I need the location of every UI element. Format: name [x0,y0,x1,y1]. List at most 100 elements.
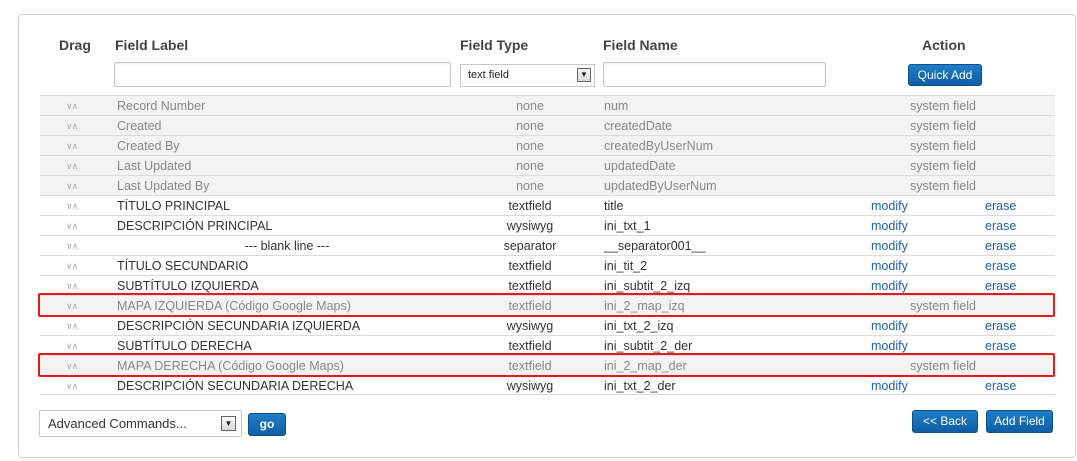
system-field-label: system field [910,179,976,193]
drag-handle-icon[interactable]: ∨∧ [66,376,78,396]
field-name: ini_tit_2 [604,259,648,273]
field-label: Created By [117,139,180,153]
drag-handle-icon[interactable]: ∨∧ [66,316,78,336]
add-field-button[interactable]: Add Field [986,410,1053,433]
modify-link[interactable]: modify [871,376,908,396]
field-type: separator [503,239,557,253]
field-name: ini_subtit_2_der [604,339,693,353]
system-field-label: system field [910,119,976,133]
field-name: createdByUserNum [604,139,714,153]
back-button[interactable]: << Back [912,410,978,433]
field-type: textfield [508,299,552,313]
table-row: ∨∧ --- blank line --- separator __separator… [40,235,1055,255]
header-drag: Drag [59,37,91,53]
field-type: textfield [508,199,552,213]
drag-handle-icon[interactable]: ∨∧ [66,116,78,136]
chevron-down-icon[interactable]: ▼ [221,416,236,431]
erase-link[interactable]: erase [985,276,1016,296]
modify-link[interactable]: modify [871,316,908,336]
chevron-down-icon[interactable]: ▼ [577,68,591,82]
drag-handle-icon[interactable]: ∨∧ [66,236,78,256]
field-type: none [516,159,544,173]
erase-link[interactable]: erase [985,336,1016,356]
field-label: MAPA DERECHA (Código Google Maps) [117,359,344,373]
field-type: textfield [508,359,552,373]
field-label: Last Updated By [117,179,210,193]
quick-add-button[interactable]: Quick Add [908,64,982,86]
modify-link[interactable]: modify [871,336,908,356]
field-name: ini_txt_2_der [604,379,676,393]
table-row: ∨∧ MAPA DERECHA (Código Google Maps) textf… [40,355,1055,375]
table-row: ∨∧ Last Updated By none updatedByUserNum sys… [40,175,1055,195]
field-name: ini_2_map_izq [604,299,685,313]
modify-link[interactable]: modify [871,256,908,276]
field-label: SUBTÍTULO IZQUIERDA [117,279,259,293]
field-name: updatedByUserNum [604,179,717,193]
table-row: ∨∧ DESCRIPCIÓN SECUNDARIA IZQUIERDA wysiwy… [40,315,1055,335]
quick-add-name-input[interactable] [603,62,826,87]
field-type: none [516,99,544,113]
drag-handle-icon[interactable]: ∨∧ [66,276,78,296]
table-row: ∨∧ SUBTÍTULO DERECHA textfield ini_subtit_2… [40,335,1055,355]
field-name: ini_subtit_2_izq [604,279,691,293]
quick-add-type-select[interactable]: text field ▼ [460,64,595,87]
fields-table: ∨∧ Record Number none num system field ∨∧ Crea… [40,95,1055,395]
modify-link[interactable]: modify [871,216,908,236]
drag-handle-icon[interactable]: ∨∧ [66,216,78,236]
go-button[interactable]: go [248,413,286,436]
field-name: updatedDate [604,159,676,173]
table-row: ∨∧ Created By none createdByUserNum system f… [40,135,1055,155]
field-name: title [604,199,624,213]
field-type: textfield [508,279,552,293]
field-label: Last Updated [117,159,192,173]
field-label: DESCRIPCIÓN SECUNDARIA DERECHA [117,379,354,393]
field-name: ini_txt_1 [604,219,651,233]
table-row: ∨∧ DESCRIPCIÓN SECUNDARIA DERECHA wysiwyg i… [40,375,1055,395]
header-field-type: Field Type [460,37,529,53]
header-field-label: Field Label [115,37,189,53]
drag-handle-icon[interactable]: ∨∧ [66,176,78,196]
field-type: none [516,119,544,133]
erase-link[interactable]: erase [985,236,1016,256]
field-name: ini_2_map_der [604,359,687,373]
system-field-label: system field [910,299,976,313]
field-name: createdDate [604,119,673,133]
drag-handle-icon[interactable]: ∨∧ [66,96,78,116]
erase-link[interactable]: erase [985,216,1016,236]
system-field-label: system field [910,359,976,373]
system-field-label: system field [910,159,976,173]
header-action: Action [922,37,966,53]
drag-handle-icon[interactable]: ∨∧ [66,156,78,176]
advanced-commands-select[interactable]: Advanced Commands... ▼ [39,410,242,437]
field-label: TÍTULO SECUNDARIO [117,259,249,273]
drag-handle-icon[interactable]: ∨∧ [66,356,78,376]
erase-link[interactable]: erase [985,376,1016,396]
quick-add-label-input[interactable] [114,62,451,87]
erase-link[interactable]: erase [985,256,1016,276]
advanced-commands-value: Advanced Commands... [48,416,187,431]
field-type: textfield [508,259,552,273]
table-row: ∨∧ SUBTÍTULO IZQUIERDA textfield ini_subtit… [40,275,1055,295]
field-label: --- blank line --- [244,239,330,253]
erase-link[interactable]: erase [985,196,1016,216]
field-type: wysiwyg [506,319,554,333]
modify-link[interactable]: modify [871,276,908,296]
drag-handle-icon[interactable]: ∨∧ [66,336,78,356]
modify-link[interactable]: modify [871,236,908,256]
field-label: Created [117,119,162,133]
erase-link[interactable]: erase [985,316,1016,336]
system-field-label: system field [910,99,976,113]
table-row: ∨∧ TÍTULO PRINCIPAL textfield title modify er… [40,195,1055,215]
quick-add-type-value: text field [468,69,509,81]
field-label: MAPA IZQUIERDA (Código Google Maps) [117,299,351,313]
field-label: DESCRIPCIÓN PRINCIPAL [117,219,273,233]
table-row: ∨∧ MAPA IZQUIERDA (Código Google Maps) tex… [40,295,1055,315]
field-type: none [516,139,544,153]
drag-handle-icon[interactable]: ∨∧ [66,256,78,276]
drag-handle-icon[interactable]: ∨∧ [66,136,78,156]
field-label: DESCRIPCIÓN SECUNDARIA IZQUIERDA [117,319,361,333]
modify-link[interactable]: modify [871,196,908,216]
drag-handle-icon[interactable]: ∨∧ [66,196,78,216]
field-type: wysiwyg [506,379,554,393]
drag-handle-icon[interactable]: ∨∧ [66,296,78,316]
